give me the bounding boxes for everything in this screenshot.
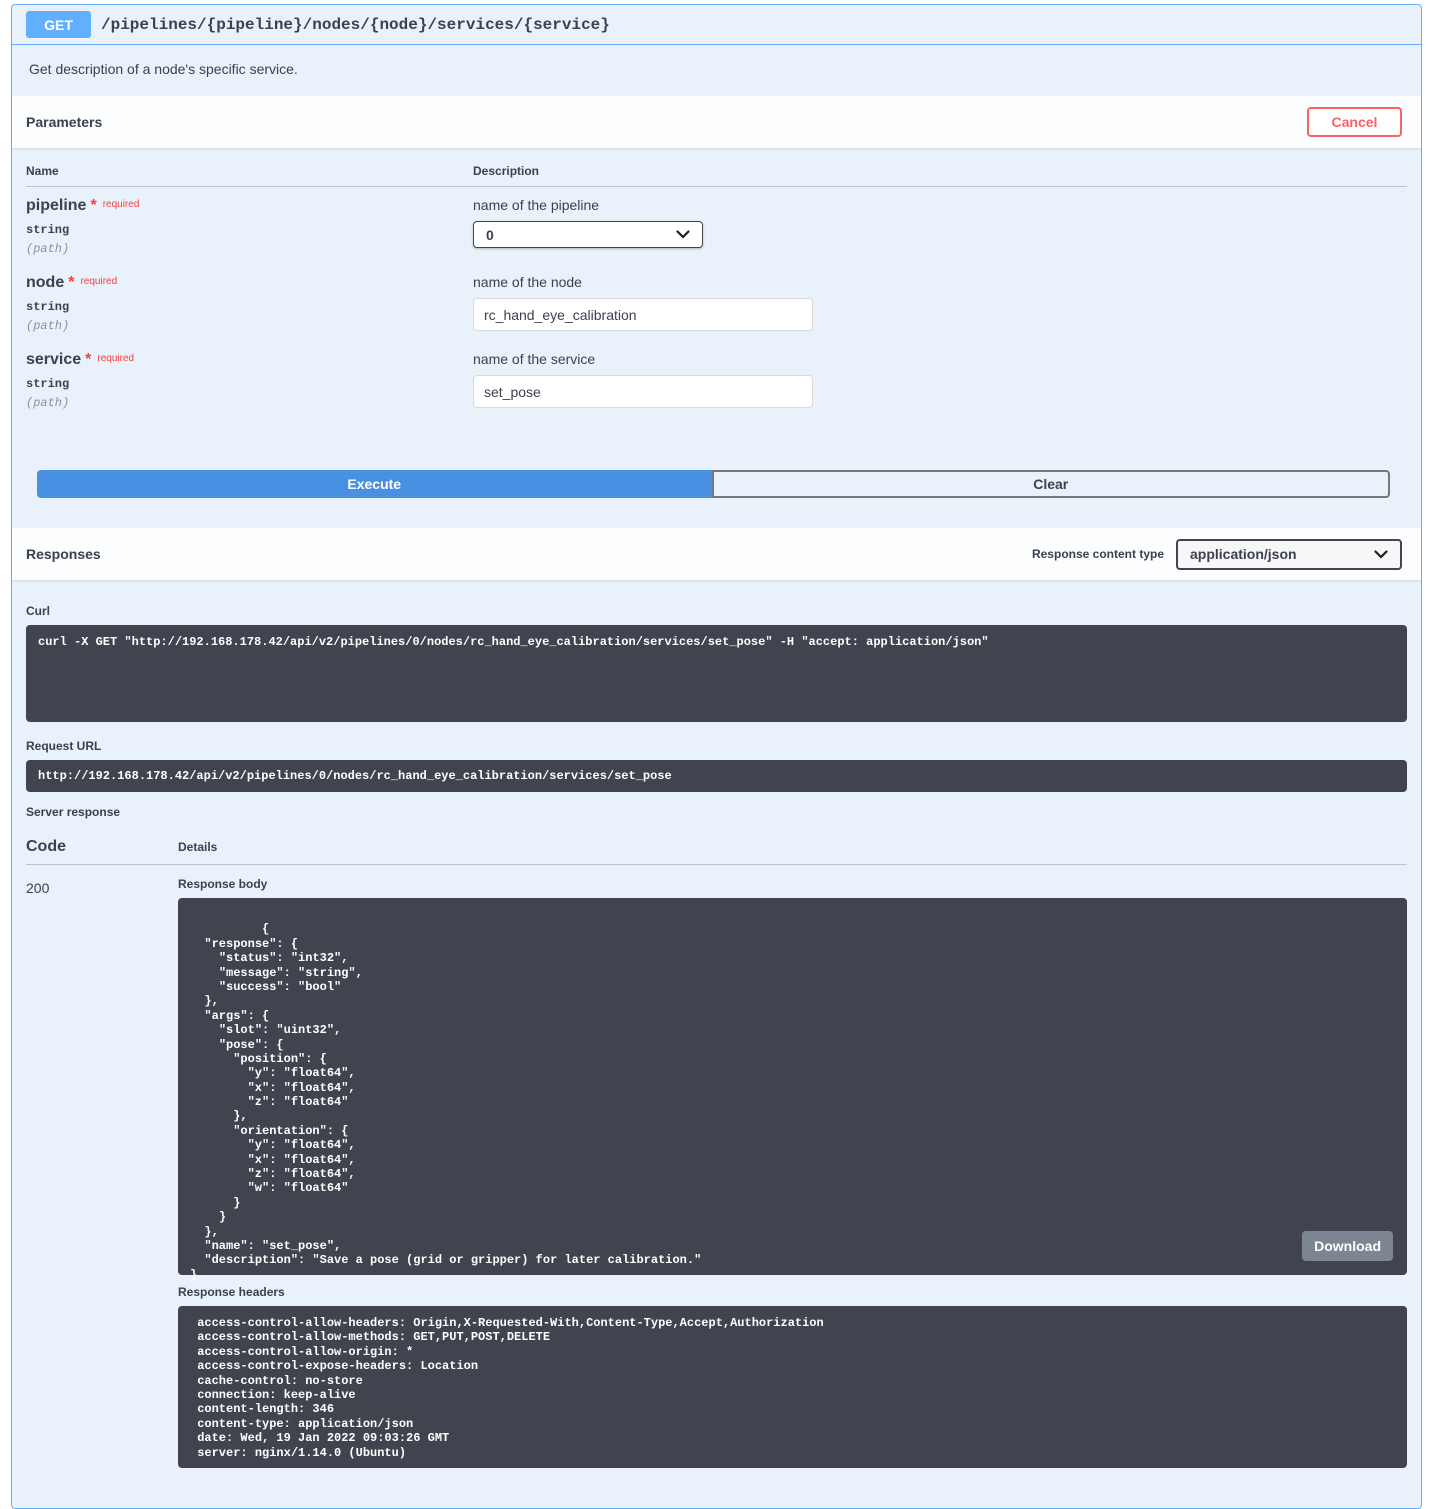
chevron-down-icon bbox=[1374, 550, 1388, 559]
param-row-node: node* required string (path) name of the … bbox=[26, 264, 1407, 341]
param-location: (path) bbox=[26, 396, 473, 410]
param-location: (path) bbox=[26, 319, 473, 333]
required-label: required bbox=[103, 199, 140, 210]
param-type: string bbox=[26, 223, 473, 237]
http-method-badge: GET bbox=[26, 11, 91, 38]
required-star: * bbox=[85, 351, 91, 368]
param-row-pipeline: pipeline* required string (path) name of … bbox=[26, 187, 1407, 264]
response-content-type-label: Response content type bbox=[1032, 547, 1164, 561]
server-response-label: Server response bbox=[26, 805, 1407, 819]
operation-summary[interactable]: GET /pipelines/{pipeline}/nodes/{node}/s… bbox=[12, 5, 1421, 45]
cancel-button[interactable]: Cancel bbox=[1307, 107, 1402, 137]
responses-header: Responses Response content type applicat… bbox=[12, 528, 1421, 580]
param-description: name of the pipeline bbox=[473, 197, 1407, 213]
response-content-type-value: application/json bbox=[1190, 546, 1297, 562]
param-description: name of the node bbox=[473, 274, 1407, 290]
operation-path: /pipelines/{pipeline}/nodes/{node}/servi… bbox=[101, 16, 610, 34]
operation-description-row: Get description of a node's specific ser… bbox=[12, 45, 1421, 96]
server-response-row: 200 Response body { "response": { "statu… bbox=[26, 865, 1407, 1468]
required-star: * bbox=[68, 274, 74, 291]
response-headers-label: Response headers bbox=[178, 1285, 1407, 1299]
parameters-title: Parameters bbox=[26, 114, 102, 130]
parameters-header: Parameters Cancel bbox=[12, 96, 1421, 148]
download-button[interactable]: Download bbox=[1302, 1231, 1393, 1261]
required-star: * bbox=[90, 197, 96, 214]
clear-button[interactable]: Clear bbox=[712, 470, 1391, 498]
required-label: required bbox=[80, 276, 117, 287]
column-header-details: Details bbox=[178, 840, 217, 854]
server-response-table-head: Code Details bbox=[26, 838, 1407, 856]
curl-label: Curl bbox=[26, 604, 1407, 618]
param-type: string bbox=[26, 300, 473, 314]
response-body-label: Response body bbox=[178, 877, 1407, 891]
pipeline-select-value: 0 bbox=[486, 227, 494, 243]
parameters-table: Name Description pipeline*required strin… bbox=[12, 148, 1421, 418]
responses-area: Curl curl -X GET "http://192.168.178.42/… bbox=[12, 580, 1421, 1508]
response-body: { "response": { "status": "int32", "mess… bbox=[178, 898, 1407, 1275]
column-header-name: Name bbox=[26, 164, 473, 178]
operation-panel: GET /pipelines/{pipeline}/nodes/{node}/s… bbox=[11, 4, 1422, 1509]
chevron-down-icon bbox=[676, 230, 690, 239]
execute-button[interactable]: Execute bbox=[37, 470, 712, 498]
param-type: string bbox=[26, 377, 473, 391]
pipeline-select[interactable]: 0 bbox=[473, 221, 703, 248]
param-location: (path) bbox=[26, 242, 473, 256]
param-name-node: node bbox=[26, 274, 64, 291]
responses-title: Responses bbox=[26, 546, 101, 562]
operation-description: Get description of a node's specific ser… bbox=[29, 61, 1404, 77]
response-content-type-select[interactable]: application/json bbox=[1176, 539, 1402, 570]
service-input[interactable] bbox=[473, 375, 813, 408]
param-description: name of the service bbox=[473, 351, 1407, 367]
required-label: required bbox=[97, 353, 134, 364]
execute-button-group: Execute Clear bbox=[12, 418, 1421, 528]
request-url-value: http://192.168.178.42/api/v2/pipelines/0… bbox=[26, 760, 1407, 792]
response-headers: access-control-allow-headers: Origin,X-R… bbox=[178, 1306, 1407, 1468]
curl-command: curl -X GET "http://192.168.178.42/api/v… bbox=[26, 625, 1407, 722]
param-name-pipeline: pipeline bbox=[26, 197, 86, 214]
request-url-label: Request URL bbox=[26, 739, 1407, 753]
column-header-code: Code bbox=[26, 838, 178, 856]
node-input[interactable] bbox=[473, 298, 813, 331]
column-header-description: Description bbox=[473, 164, 539, 178]
parameters-table-head: Name Description bbox=[26, 164, 1407, 178]
status-code: 200 bbox=[26, 877, 178, 1468]
param-row-service: service* required string (path) name of t… bbox=[26, 341, 1407, 418]
param-name-service: service bbox=[26, 351, 81, 368]
